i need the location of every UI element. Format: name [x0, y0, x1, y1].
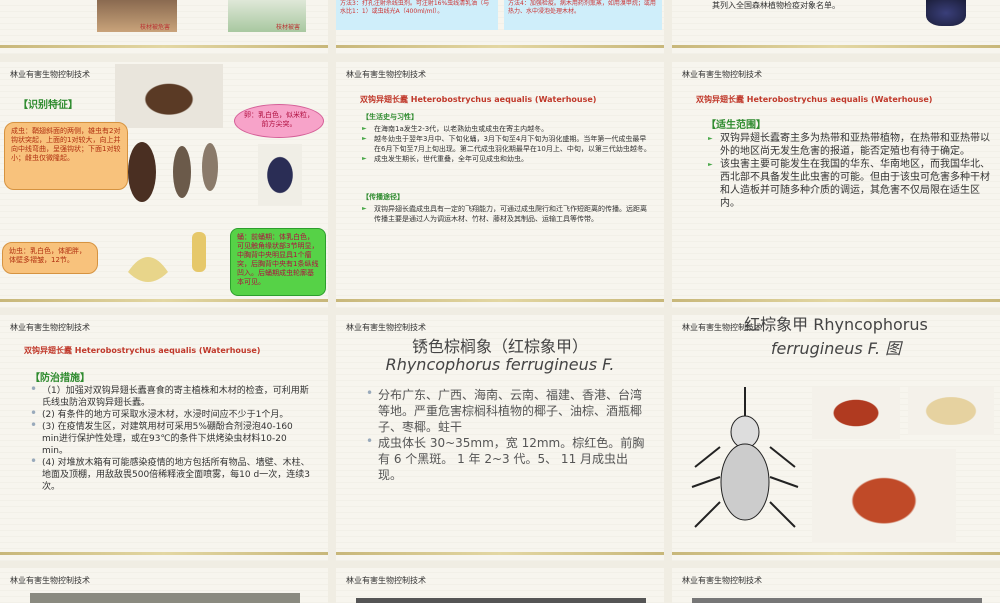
slide-range[interactable]: 林业有害生物控制技术 双钩异翅长蠹 Heterobostrychus aequa… [672, 62, 1000, 308]
slide-title: 双钩异翅长蠹 Heterobostrychus aequalis (Waterh… [360, 95, 597, 104]
list-item: （1）加强对双钩异翅长蠹喜食的寄主植株和木材的检查，可利用斯氏线虫防治双钩异翅长… [30, 383, 310, 409]
insect-drawings [128, 142, 218, 282]
footer-bar [0, 299, 328, 302]
larva-bubble: 幼虫：乳白色，体肥胖，体壁多褶皱，12节。 [2, 242, 98, 274]
slide-text: 其列入全国森林植物检疫对象名单。 [712, 1, 840, 10]
slide-life-history[interactable]: 林业有害生物控制技术 双钩异翅长蠹 Heterobostrychus aequa… [336, 62, 664, 308]
list-item: 越冬幼虫于翌年3月中、下旬化蛹，3月下旬至4月下旬为羽化盛期。当年第一代成虫最早… [362, 134, 652, 154]
footer-bar [0, 552, 328, 555]
list-item: (4) 对堆放木箱有可能感染疫情的地方包括所有物品、墙壁、木柱、地面及顶棚，用敌… [30, 455, 310, 493]
slide-subtitle: Rhyncophorus ferrugineus F. [385, 355, 615, 374]
slide-title: 双钩异翅长蠹 Heterobostrychus aequalis (Waterh… [24, 346, 261, 355]
pupa-bubble: 蛹：前蛹期：体乳白色，可见触角缘状部3节明显，中胸背中央明显具1个瘤突，后胸背中… [230, 228, 326, 296]
section-heading: 【适生范围】 [706, 120, 766, 131]
title-line: 红棕象甲 Rhyncophorus [744, 315, 928, 334]
weevil-larva-photo [908, 387, 994, 435]
slide-header: 林业有害生物控制技术 [682, 70, 762, 79]
list-item: 分布广东、广西、海南、云南、福建、香港、台湾等地。严重危害棕榈科植物的椰子、油棕… [366, 385, 648, 435]
footer-bar [672, 45, 1000, 48]
list-item: 成虫体长 30~35mm，宽 12mm。棕红色。前胸有 6 个黑斑。 1 年 2… [366, 433, 648, 483]
weevil-list: 分布广东、广西、海南、云南、福建、香港、台湾等地。严重危害棕榈科植物的椰子、油棕… [366, 385, 648, 483]
slide-top-3[interactable]: 其列入全国森林植物检疫对象名单。 [672, 0, 1000, 54]
slide-identify[interactable]: 林业有害生物控制技术 【识别特征】 成虫：鞘翅斜面的两侧，雄虫有2对钩状突起，上… [0, 62, 328, 308]
slide-header: 林业有害生物控制技术 [346, 576, 426, 585]
method4-text: 方法4：加强检疫。病木用药剂熏蒸，如用溴甲烷；或用热力、水中浸泡处理木材。 [508, 0, 656, 15]
slide-bottom-3[interactable]: 林业有害生物控制技术 [672, 568, 1000, 603]
footer-bar [0, 45, 328, 48]
adult-dorsal-photo [258, 144, 302, 206]
list-item: 成虫发生期长，世代重叠，全年可见成虫和幼虫。 [362, 154, 652, 164]
slide-header: 林业有害生物控制技术 [10, 323, 90, 332]
weevil-side-photo [812, 449, 956, 543]
slide-top-2[interactable]: 方法3：打孔注射杀线虫剂。可注射16%虫线清乳油（与水比1：1）或虫线光A（40… [336, 0, 664, 54]
footer-bar [672, 299, 1000, 302]
slide-header: 林业有害生物控制技术 [682, 576, 762, 585]
list-item: (2) 有条件的地方可采取水浸木材，水浸时间应不少于1个月。 [30, 407, 310, 421]
caption: 枝材被危害 [140, 24, 171, 31]
slide-bottom-2[interactable]: 林业有害生物控制技术 [336, 568, 664, 603]
slide-title: 红棕象甲 Rhyncophorus ferrugineus F. 图 [672, 315, 1000, 359]
slide-control[interactable]: 林业有害生物控制技术 双钩异翅长蠹 Heterobostrychus aequa… [0, 315, 328, 561]
list-item: 在海南1a发生2-3代，以老熟幼虫或成虫在寄主内越冬。 [362, 124, 652, 134]
photo [30, 593, 300, 603]
control-list: （1）加强对双钩异翅长蠹喜食的寄主植株和木材的检查，可利用斯氏线虫防治双钩异翅长… [30, 383, 310, 493]
title-line: ferrugineus F. 图 [770, 339, 902, 358]
section-heading: 【生活史与习性】 [362, 113, 418, 121]
slide-weevil[interactable]: 林业有害生物控制技术 锈色棕榈象（红棕象甲） Rhyncophorus ferr… [336, 315, 664, 561]
egg-bubble: 卵：乳白色，似米粒，前方尖突。 [234, 104, 324, 138]
beetle-side-photo [115, 64, 223, 128]
method4-box: 方法4：加强检疫。病木用药剂熏蒸，如用溴甲烷；或用热力、水中浸泡处理木材。 [504, 0, 662, 30]
slide-bottom-1[interactable]: 林业有害生物控制技术 [0, 568, 328, 603]
beetle-photo [926, 0, 966, 26]
slide-title: 双钩异翅长蠹 Heterobostrychus aequalis (Waterh… [696, 95, 933, 104]
section-heading: 【防治措施】 [30, 373, 90, 384]
photo [356, 598, 646, 603]
slide-grid: 枝材被危害 枝材被害 方法3：打孔注射杀线虫剂。可注射16%虫线清乳油（与水比1… [0, 0, 1000, 603]
footer-bar [336, 552, 664, 555]
slide-top-1[interactable]: 枝材被危害 枝材被害 [0, 0, 328, 54]
list-item: 该虫害主要可能发生在我国的华东、华南地区，而我国华北、西北部不具备发生此虫害的可… [708, 158, 992, 210]
slide-title: 锈色棕榈象（红棕象甲） [411, 337, 588, 356]
slide-header: 林业有害生物控制技术 [346, 323, 426, 332]
photo [692, 598, 982, 603]
adult-bubble: 成虫：鞘翅斜面的两侧，雄虫有2对钩状突起，上面的1对较大，向上并向中线弯曲，呈强… [4, 122, 128, 190]
range-list: 双钩异翅长蠹寄主多为热带和亚热带植物，在热带和亚热带以外的地区尚无发生危害的报道… [708, 132, 992, 210]
life-list: 在海南1a发生2-3代，以老熟幼虫或成虫在寄主内越冬。 越冬幼虫于翌年3月中、下… [362, 124, 652, 164]
slide-header: 林业有害生物控制技术 [10, 70, 90, 79]
footer-bar [336, 299, 664, 302]
method3-text: 方法3：打孔注射杀线虫剂。可注射16%虫线清乳油（与水比1：1）或虫线光A（40… [340, 0, 490, 15]
slide-header: 林业有害生物控制技术 [10, 576, 90, 585]
list-item: (3) 在疫情发生区，对建筑用材可采用5%硼酚合剂浸泡40-160 min进行保… [30, 419, 310, 457]
section-heading: 【识别特征】 [18, 100, 78, 111]
spread-list: 双钩异翅长蠹成虫具有一定的飞翔能力，可通过成虫爬行和迁飞作短距离的传播。远距离传… [362, 204, 652, 224]
method3-box: 方法3：打孔注射杀线虫剂。可注射16%虫线清乳油（与水比1：1）或虫线光A（40… [336, 0, 498, 30]
list-item: 双钩异翅长蠹成虫具有一定的飞翔能力，可通过成虫爬行和迁飞作短距离的传播。远距离传… [362, 204, 652, 224]
section-heading: 【传播途径】 [362, 193, 404, 201]
slide-weevil-figure[interactable]: 林业有害生物控制技术 红棕象甲 Rhyncophorus ferrugineus… [672, 315, 1000, 561]
list-item: 双钩异翅长蠹寄主多为热带和亚热带植物，在热带和亚热带以外的地区尚无发生危害的报道… [708, 132, 992, 158]
slide-header: 林业有害生物控制技术 [346, 70, 426, 79]
footer-bar [336, 45, 664, 48]
footer-bar [672, 552, 1000, 555]
weevil-drawing [691, 387, 799, 528]
caption: 枝材被害 [276, 24, 301, 31]
weevil-adult-photo [812, 387, 900, 439]
